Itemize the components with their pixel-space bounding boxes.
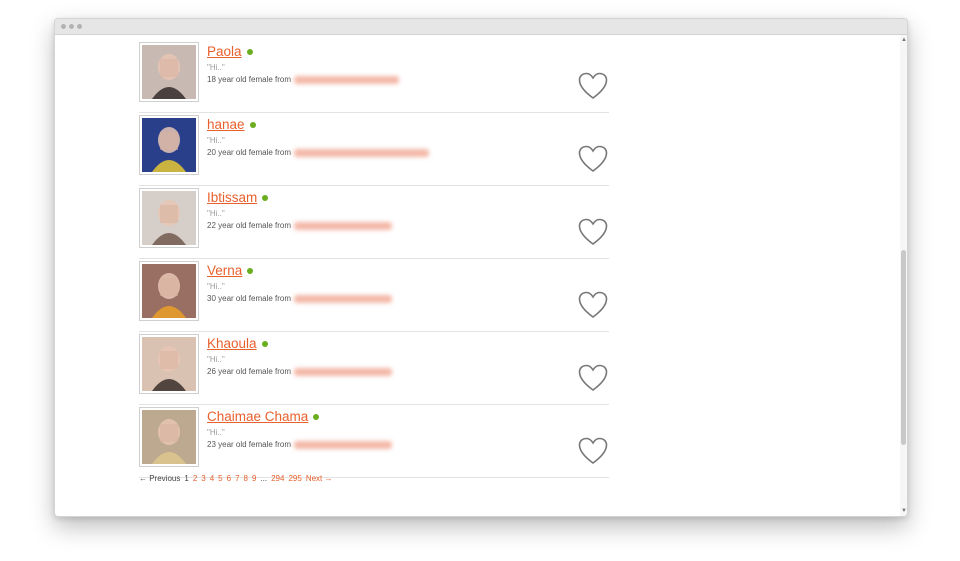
pagination-page-link[interactable]: 6 — [227, 474, 231, 483]
blurred-location — [294, 440, 393, 449]
blurred-location — [294, 294, 393, 303]
profile-description-text: 23 year old female from — [207, 440, 292, 449]
profile-description: 30 year old female from — [207, 294, 393, 303]
pagination: ← Previous 1 2 3 4 5 6 7 8 9... 294 295 Next → — [139, 474, 337, 483]
profile-greeting: "Hi.." — [207, 282, 225, 291]
scrollbar-thumb[interactable] — [901, 250, 906, 445]
profile-avatar[interactable] — [139, 334, 199, 394]
profile-name-line: Paola — [207, 42, 253, 60]
blurred-location — [294, 367, 393, 376]
window-control-dot[interactable] — [61, 24, 66, 29]
profile-row: Ibtissam "Hi.." 22 year old female from — [139, 186, 609, 259]
profile-greeting: "Hi.." — [207, 136, 225, 145]
online-status-icon — [249, 122, 256, 128]
profile-description: 22 year old female from — [207, 221, 393, 230]
scroll-up-arrow-icon[interactable]: ▲ — [901, 37, 907, 43]
pagination-page-link[interactable]: 295 — [288, 474, 301, 483]
favorite-heart-icon[interactable] — [578, 291, 608, 319]
profile-description: 18 year old female from — [207, 75, 400, 84]
profile-row: Chaimae Chama "Hi.." 23 year old female fr… — [139, 405, 609, 478]
scroll-down-arrow-icon[interactable]: ▼ — [901, 508, 907, 514]
profile-name-line: hanae — [207, 115, 256, 133]
profile-row: hanae "Hi.." 20 year old female from — [139, 113, 609, 186]
profile-name-link[interactable]: Paola — [207, 44, 242, 59]
pagination-page-link[interactable]: 294 — [271, 474, 284, 483]
online-status-icon — [313, 414, 320, 420]
profile-avatar[interactable] — [139, 188, 199, 248]
window-titlebar — [55, 19, 907, 35]
pagination-page-link[interactable]: 3 — [201, 474, 205, 483]
profile-name-line: Chaimae Chama — [207, 407, 320, 425]
profile-name-link[interactable]: Khaoula — [207, 336, 257, 351]
profile-row: Paola "Hi.." 18 year old female from — [139, 40, 609, 113]
profile-description: 20 year old female from — [207, 148, 430, 157]
pagination-current-page: 1 — [184, 474, 189, 483]
pagination-page-link[interactable]: 4 — [210, 474, 214, 483]
profile-name-line: Ibtissam — [207, 188, 269, 206]
pagination-page-link[interactable]: 9 — [252, 474, 256, 483]
profile-greeting: "Hi.." — [207, 428, 225, 437]
online-status-icon — [261, 341, 268, 347]
profile-name-link[interactable]: hanae — [207, 117, 245, 132]
profile-name-link[interactable]: Ibtissam — [207, 190, 257, 205]
pagination-previous[interactable]: ← Previous — [139, 474, 180, 483]
profile-row: Khaoula "Hi.." 26 year old female from — [139, 332, 609, 405]
profile-greeting: "Hi.." — [207, 355, 225, 364]
window-control-dot[interactable] — [77, 24, 82, 29]
blurred-location — [294, 221, 393, 230]
favorite-heart-icon[interactable] — [578, 72, 608, 100]
profile-avatar[interactable] — [139, 115, 199, 175]
profile-description-text: 22 year old female from — [207, 221, 292, 230]
online-status-icon — [262, 195, 269, 201]
online-status-icon — [246, 49, 253, 55]
profile-description-text: 18 year old female from — [207, 75, 292, 84]
profile-name-link[interactable]: Verna — [207, 263, 242, 278]
pagination-page-link[interactable]: 8 — [244, 474, 248, 483]
profile-avatar[interactable] — [139, 42, 199, 102]
vertical-scrollbar[interactable]: ▲ ▼ — [900, 35, 907, 516]
pagination-page-link[interactable]: 7 — [235, 474, 239, 483]
profile-description: 23 year old female from — [207, 440, 393, 449]
profile-greeting: "Hi.." — [207, 63, 225, 72]
blurred-location — [294, 75, 400, 84]
profile-description-text: 20 year old female from — [207, 148, 292, 157]
profile-description: 26 year old female from — [207, 367, 393, 376]
profile-avatar[interactable] — [139, 407, 199, 467]
profile-name-line: Khaoula — [207, 334, 268, 352]
window-control-dot[interactable] — [69, 24, 74, 29]
profile-avatar[interactable] — [139, 261, 199, 321]
favorite-heart-icon[interactable] — [578, 145, 608, 173]
profile-name-link[interactable]: Chaimae Chama — [207, 409, 308, 424]
pagination-page-link[interactable]: 5 — [218, 474, 222, 483]
online-status-icon — [247, 268, 254, 274]
profile-description-text: 30 year old female from — [207, 294, 292, 303]
profile-row: Verna "Hi.." 30 year old female from — [139, 259, 609, 332]
favorite-heart-icon[interactable] — [578, 218, 608, 246]
profile-greeting: "Hi.." — [207, 209, 225, 218]
pagination-page-link[interactable]: 2 — [193, 474, 197, 483]
profile-description-text: 26 year old female from — [207, 367, 292, 376]
blurred-location — [294, 148, 430, 157]
profile-name-line: Verna — [207, 261, 254, 279]
pagination-next[interactable]: Next → — [306, 474, 333, 483]
pagination-ellipsis: ... — [260, 474, 268, 483]
favorite-heart-icon[interactable] — [578, 364, 608, 392]
profile-list: Paola "Hi.." 18 year old female from hanae "… — [139, 40, 609, 478]
favorite-heart-icon[interactable] — [578, 437, 608, 465]
